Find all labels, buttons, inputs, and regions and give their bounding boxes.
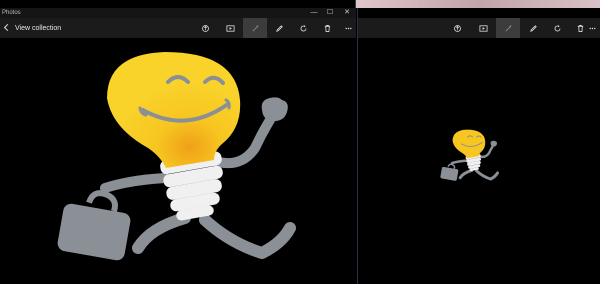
share-button[interactable] [193,18,217,38]
enhance-icon [252,24,259,31]
slideshow-button[interactable] [471,18,495,38]
window-title: Photos [2,10,21,16]
rotate-button[interactable] [291,18,315,38]
more-icon [345,27,351,29]
edit-button[interactable] [267,18,291,38]
rotate-button[interactable] [545,18,569,38]
edit-button[interactable] [521,18,545,38]
enhance-button[interactable] [496,18,520,38]
command-bar [358,18,600,38]
rotate-icon [554,24,560,31]
more-icon [589,27,596,29]
share-icon [201,24,209,32]
delete-icon [324,24,330,32]
share-button[interactable] [445,18,469,38]
close-button[interactable]: ✕ [339,8,355,18]
back-arrow-icon [3,24,11,32]
edit-icon [275,24,283,32]
lightbulb-mascot-thumbnail [440,129,499,181]
photo-canvas[interactable] [358,38,600,284]
slideshow-icon [478,24,488,32]
rotate-icon [300,24,306,31]
photos-window-left: Photos — ☐ ✕ View collection [0,0,356,284]
photos-window-right [357,8,600,284]
share-icon [453,24,461,32]
enhance-icon [505,24,512,31]
mascot-figure-small [440,129,499,181]
more-options-button[interactable] [584,18,600,38]
slideshow-button[interactable] [218,18,242,38]
lightbulb-mascot-image [57,52,296,261]
slideshow-icon [225,24,235,32]
edit-icon [529,24,537,32]
enhance-button[interactable] [243,18,267,38]
view-collection-button[interactable]: View collection [0,18,61,38]
minimize-button[interactable]: — [306,8,322,18]
photo-canvas[interactable] [0,38,356,284]
mascot-figure [57,52,296,261]
command-bar: View collection [0,18,356,38]
view-collection-label: View collection [15,24,62,32]
window-titlebar: Photos — ☐ ✕ [0,8,356,18]
maximize-button[interactable]: ☐ [322,8,338,18]
